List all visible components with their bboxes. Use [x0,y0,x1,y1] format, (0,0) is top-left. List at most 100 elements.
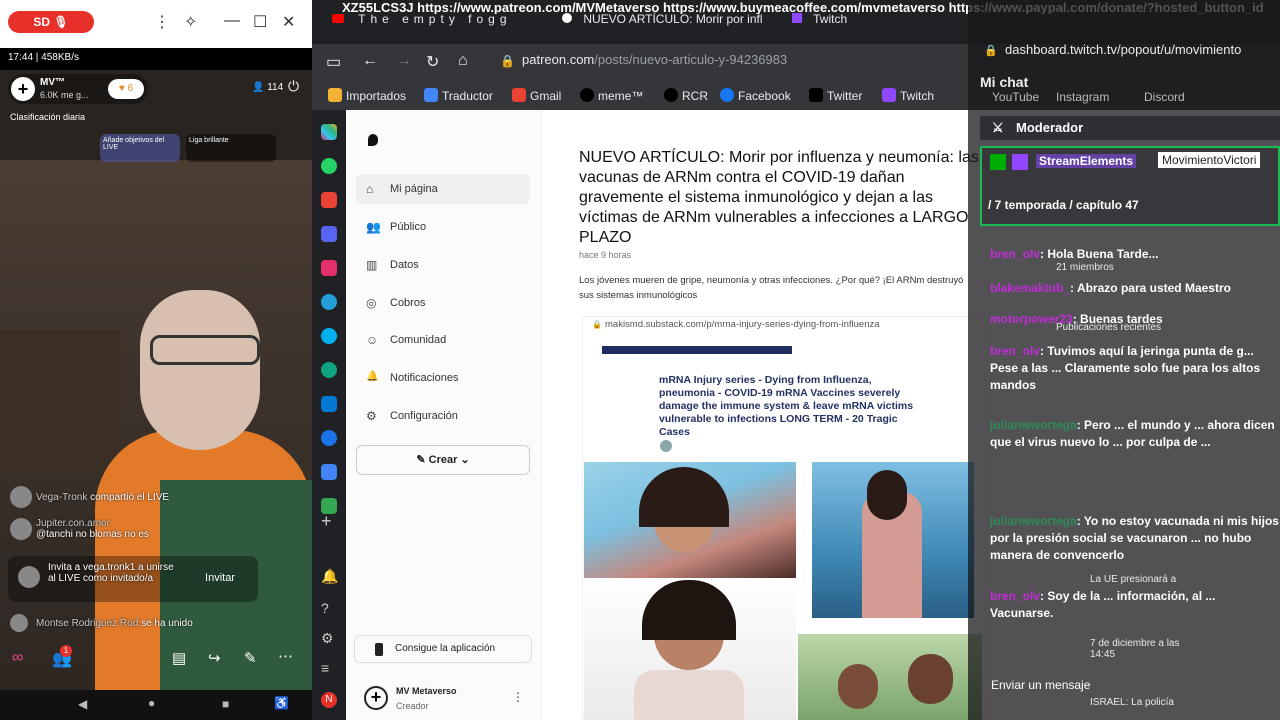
bookmark-importados[interactable]: Importados [328,88,406,103]
nav-cobros[interactable]: Cobros [390,297,425,309]
chat-username[interactable]: julianwwortega [990,514,1077,528]
home-icon[interactable]: ⌂ [458,52,468,70]
twitch-chat-window: 🔒 dashboard.twitch.tv/popout/u/movimient… [968,0,1280,720]
help-icon[interactable]: ? [321,600,337,616]
ghost-recent: Publicaciones recientes [1056,322,1162,333]
discord-icon[interactable] [321,226,337,242]
sidebar-icon[interactable]: ▭ [326,52,341,72]
chat-icon[interactable]: ▤ [172,649,186,667]
back-icon[interactable]: ◀ [78,697,87,711]
twitch-icon [882,88,896,102]
embed-title: mRNA Injury series - Dying from Influenz… [659,374,914,438]
bookmark-youtube[interactable]: YouTube [992,90,1039,104]
record-pill[interactable]: SD 🎙 [8,11,94,33]
bookmark-twitch[interactable]: Twitch [882,88,934,103]
nav-configuracion[interactable]: Configuración [390,410,458,422]
slack-icon[interactable] [321,124,337,140]
chat-name[interactable]: Vega-Tronk [36,492,87,503]
nav-datos[interactable]: Datos [390,259,419,271]
bookmark-twitter[interactable]: Twitter [809,88,862,103]
bookmark-label: Traductor [442,89,493,103]
chatgpt-icon[interactable] [321,362,337,378]
avatar[interactable]: + [364,686,388,710]
camera-person [140,290,260,450]
gear-icon[interactable]: ⚙ [321,630,337,646]
skype-icon[interactable] [321,328,337,344]
more-icon[interactable]: ⋯ [278,647,293,665]
live-goal-card[interactable]: Añade objetivos del LIVE [100,134,180,162]
instagram-icon[interactable] [321,260,337,276]
tab-nuevo-articulo[interactable]: NUEVO ARTÍCULO: Morir por infl ✕ [562,12,772,36]
maximize-icon[interactable]: ☐ [253,12,267,32]
app-icon[interactable] [321,430,337,446]
reload-icon[interactable]: ↻ [426,52,439,72]
chat-name[interactable]: Jupiter.con.amor [36,518,110,529]
gmail-icon[interactable] [321,192,337,208]
bookmark-meme[interactable]: meme™ [580,88,643,103]
follow-heart-button[interactable]: ♥ 6 [108,79,144,99]
plus-icon[interactable]: + [321,512,337,530]
twitch-url[interactable]: dashboard.twitch.tv/popout/u/movimiento [1005,42,1241,57]
bell-icon[interactable]: 🔔 [321,568,338,584]
invite-button[interactable]: Invitar [190,565,250,591]
patreon-logo-icon[interactable] [368,134,378,146]
address-bar[interactable]: patreon.com/posts/nuevo-articulo-y-94236… [522,52,787,67]
link-icon[interactable]: ∞ [12,649,23,667]
avatar [660,440,672,452]
recents-icon[interactable]: ■ [222,697,229,711]
bookmark-instagram[interactable]: Instagram [1056,90,1109,104]
menu-icon[interactable]: ≡ [321,660,337,676]
nav-notificaciones[interactable]: Notificaciones [390,372,458,384]
tab-label: Twitch [813,12,848,26]
bookmark-traductor[interactable]: Traductor [424,88,493,103]
league-card[interactable]: Liga brillante [186,134,276,162]
pinned-user[interactable]: StreamElements [1036,154,1137,168]
embed-url: makismd.substack.com/p/mrna-injury-serie… [605,319,880,330]
bookmark-discord[interactable]: Discord [1144,90,1185,104]
create-button[interactable]: ✎ Crear ⌄ [356,445,530,475]
live-chat-line: Vega-Tronk compartió el LIVE [36,492,169,503]
notification-badge: 1 [60,645,72,657]
nav-mi-pagina[interactable]: Mi página [390,183,438,195]
more-icon[interactable]: ⋮ [154,12,170,32]
tab-twitch[interactable]: Twitch [792,12,892,36]
live-chat-line: Montse Rodriguez Rod se ha unido [36,618,193,629]
accessibility-icon[interactable]: ♿ [274,696,289,710]
embed-header-bar [602,346,792,354]
chat-username[interactable]: bren_olv [990,589,1040,603]
nav-comunidad[interactable]: Comunidad [390,334,446,346]
chat-username[interactable]: bren_olv [990,344,1040,358]
share-icon[interactable]: ↪ [208,649,221,667]
app-icon[interactable] [321,396,337,412]
chat-username[interactable]: julianwwortega [990,418,1077,432]
chart-icon: ▥ [366,258,378,272]
close-icon[interactable]: ✕ [282,12,295,32]
forward-icon[interactable]: → [396,52,412,70]
profile-icon[interactable]: N [321,692,337,708]
whatsapp-icon[interactable] [321,158,337,174]
chat-username[interactable]: blakemaktub_ [990,281,1070,295]
chat-username[interactable]: bren_olv [990,247,1040,261]
get-app-button[interactable]: Consigue la aplicación [354,635,532,663]
calendar-icon[interactable] [321,464,337,480]
back-icon[interactable]: ← [362,52,378,70]
viewer-count[interactable]: 👤 114 [252,82,283,93]
bookmark-gmail[interactable]: Gmail [512,88,561,103]
chat-message: bren_olv: Soy de la ... información, al … [990,589,1216,620]
send-message-input[interactable]: Enviar un mensaje [991,678,1090,692]
edit-icon[interactable]: ✎ [244,649,257,667]
power-icon[interactable]: ⏻ [288,78,299,95]
creator-name: MV Metaverso [396,686,457,696]
chat-name[interactable]: Montse Rodriguez Rod [36,618,138,629]
more-icon[interactable]: ⋮ [512,690,524,704]
pin-icon[interactable]: ✧ [184,12,197,32]
tab-empty-fogg[interactable]: The empty fogg [332,12,542,36]
telegram-icon[interactable] [321,294,337,310]
nav-publico[interactable]: Público [390,221,426,233]
bookmark-rcr[interactable]: RCR [664,88,708,103]
home-icon[interactable]: ● [148,696,155,710]
live-host-header[interactable]: + MV™ 6.0K me g... ♥ 6 [8,74,148,104]
ranking-label[interactable]: Clasificación diaria [10,112,85,122]
minimize-icon[interactable]: — [224,12,240,30]
bookmark-facebook[interactable]: Facebook [720,88,791,103]
